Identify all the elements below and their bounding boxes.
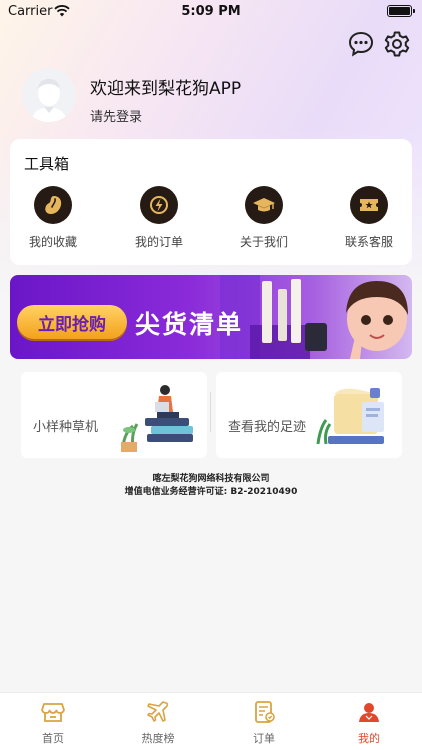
welcome-title: 欢迎来到梨花狗APP: [90, 79, 242, 99]
footprints-card[interactable]: 查看我的足迹: [216, 372, 402, 458]
history-illustration: [316, 388, 384, 445]
default-avatar-icon: [31, 79, 67, 122]
order-list-icon: [255, 701, 275, 723]
login-link[interactable]: 请先登录: [90, 106, 142, 125]
tab-label: 订单: [253, 732, 275, 745]
toolbox-title: 工具箱: [24, 155, 70, 173]
profile-icon: [359, 703, 379, 722]
license-number: 增值电信业务经营许可证: B2-20210490: [124, 487, 298, 497]
ticket-icon: [350, 186, 388, 224]
tool-customer-service[interactable]: 联系客服: [329, 186, 409, 250]
tab-bar: 首页 热度榜 订单 我的: [0, 692, 422, 750]
tool-about[interactable]: 关于我们: [224, 186, 304, 250]
footprints-label: 查看我的足迹: [228, 420, 307, 435]
tool-label: 联系客服: [344, 235, 393, 249]
reading-person-illustration: [121, 385, 193, 452]
airplane-icon: [147, 701, 169, 722]
tool-label: 我的收藏: [28, 235, 77, 249]
tab-label: 热度榜: [141, 732, 175, 745]
clock: 5:09 PM: [181, 4, 241, 19]
settings-gear-icon[interactable]: [383, 30, 411, 58]
company-name: 喀左梨花狗网络科技有限公司: [152, 474, 270, 484]
tool-orders[interactable]: 我的订单: [119, 186, 199, 250]
graduation-cap-icon: [245, 186, 283, 224]
battery-icon: [387, 5, 415, 17]
samples-label: 小样种草机: [33, 420, 99, 435]
shop-icon: [41, 703, 65, 722]
tab-home[interactable]: 首页: [18, 701, 88, 746]
bean-icon: [34, 186, 72, 224]
samples-card[interactable]: 小样种草机: [21, 372, 207, 458]
tab-label: 我的: [358, 732, 380, 745]
banner-title: 尖货清单: [135, 310, 244, 339]
tab-orders[interactable]: 订单: [229, 701, 299, 746]
promo-divider: [210, 392, 211, 432]
buy-now-button[interactable]: 立即抢购: [17, 305, 127, 339]
tool-favorites[interactable]: 我的收藏: [13, 186, 93, 250]
tab-mine[interactable]: 我的: [334, 701, 404, 746]
tab-label: 首页: [42, 732, 64, 745]
status-bar: Carrier 5:09 PM: [0, 0, 422, 24]
tool-label: 关于我们: [239, 235, 288, 249]
avatar[interactable]: [22, 68, 76, 122]
lightning-icon: [140, 186, 178, 224]
tool-label: 我的订单: [134, 235, 183, 249]
chat-icon[interactable]: [347, 30, 375, 58]
tab-trending[interactable]: 热度榜: [123, 701, 193, 746]
toolbox-card: 工具箱 我的收藏 我的订单 关于我们 联系客服: [10, 139, 412, 265]
promo-banner[interactable]: 立即抢购 尖货清单: [10, 275, 412, 359]
